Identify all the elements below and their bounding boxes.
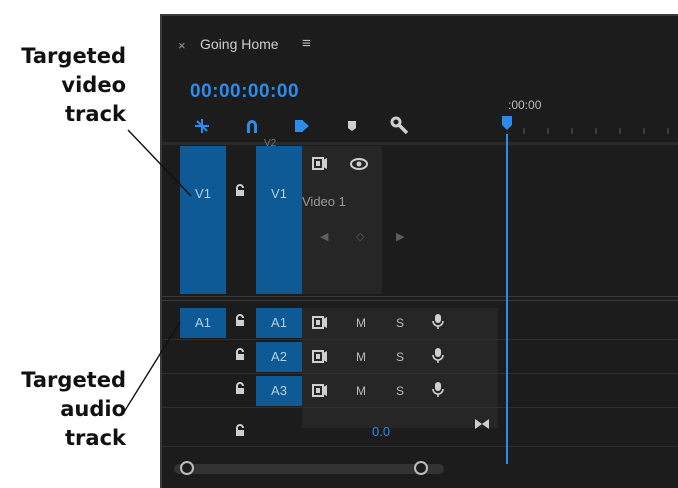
- track-separator: [162, 407, 678, 408]
- toggle-sync-lock-icon[interactable]: [312, 350, 328, 366]
- callout-line: Targeted: [21, 368, 126, 392]
- target-track-a1[interactable]: A1: [256, 308, 302, 338]
- hamburger-menu-icon[interactable]: ≡: [302, 35, 311, 52]
- lock-icon[interactable]: [234, 348, 246, 364]
- lock-icon[interactable]: [234, 314, 246, 330]
- solo-button[interactable]: S: [396, 350, 404, 364]
- callout-targeted-audio-track: Targeted audio track: [8, 366, 126, 453]
- lock-icon[interactable]: [234, 382, 246, 398]
- snap-icon[interactable]: [192, 116, 212, 136]
- callout-line: Targeted: [21, 44, 126, 68]
- video-audio-divider[interactable]: [162, 296, 678, 297]
- toggle-sync-lock-icon[interactable]: [312, 384, 328, 400]
- scrollbar-left-handle[interactable]: [180, 461, 194, 475]
- master-volume-value[interactable]: 0.0: [372, 424, 390, 439]
- bowtie-icon[interactable]: [474, 418, 490, 433]
- callout-line: track: [65, 426, 126, 450]
- source-patch-v1[interactable]: V1: [180, 146, 226, 294]
- sequence-tab[interactable]: × Going Home ≡: [162, 16, 678, 74]
- toggle-sync-lock-icon[interactable]: [312, 157, 328, 173]
- track-separator: [162, 446, 678, 447]
- keyframe-add-icon[interactable]: ◇: [356, 230, 364, 243]
- timeline-panel: × Going Home ≡ 00:00:00:00 :00:00 V2 V1 …: [160, 14, 678, 488]
- solo-button[interactable]: S: [396, 384, 404, 398]
- timeline-header-divider: [162, 142, 678, 145]
- keyframe-prev-icon[interactable]: ◀: [320, 230, 328, 243]
- target-track-v1[interactable]: V1: [256, 146, 302, 294]
- track-separator: [162, 339, 678, 340]
- keyframe-next-icon[interactable]: ▶: [396, 230, 404, 243]
- track-separator: [162, 373, 678, 374]
- toggle-sync-lock-icon[interactable]: [312, 316, 328, 332]
- mute-button[interactable]: M: [356, 384, 366, 398]
- wrench-icon[interactable]: [390, 116, 410, 136]
- close-icon[interactable]: ×: [178, 38, 186, 53]
- target-track-a3[interactable]: A3: [256, 376, 302, 406]
- microphone-icon[interactable]: [432, 347, 444, 367]
- mute-button[interactable]: M: [356, 350, 366, 364]
- lock-icon[interactable]: [234, 424, 246, 440]
- linked-selection-icon[interactable]: [242, 116, 262, 136]
- mute-button[interactable]: M: [356, 316, 366, 330]
- playhead-timecode[interactable]: 00:00:00:00: [190, 81, 299, 103]
- time-ruler[interactable]: [508, 116, 678, 136]
- scrollbar-right-handle[interactable]: [414, 461, 428, 475]
- callout-targeted-video-track: Targeted video track: [8, 42, 126, 129]
- callout-line: track: [65, 102, 126, 126]
- lock-icon[interactable]: [234, 184, 246, 200]
- target-track-a2[interactable]: A2: [256, 342, 302, 372]
- zoom-scrollbar[interactable]: [174, 464, 444, 474]
- eye-icon[interactable]: [350, 158, 368, 173]
- callout-line: audio: [60, 397, 126, 421]
- video-audio-divider: [162, 300, 678, 301]
- source-patch-a1[interactable]: A1: [180, 308, 226, 338]
- callout-line: video: [61, 73, 126, 97]
- video-track-name[interactable]: Video 1: [302, 194, 346, 209]
- playhead-icon[interactable]: [502, 116, 512, 130]
- add-marker-icon[interactable]: [292, 116, 312, 136]
- marker-icon[interactable]: [342, 116, 362, 136]
- playhead-line[interactable]: [506, 134, 508, 464]
- microphone-icon[interactable]: [432, 313, 444, 333]
- sequence-name[interactable]: Going Home: [200, 36, 279, 52]
- solo-button[interactable]: S: [396, 316, 404, 330]
- ruler-time-label: :00:00: [508, 98, 542, 112]
- microphone-icon[interactable]: [432, 381, 444, 401]
